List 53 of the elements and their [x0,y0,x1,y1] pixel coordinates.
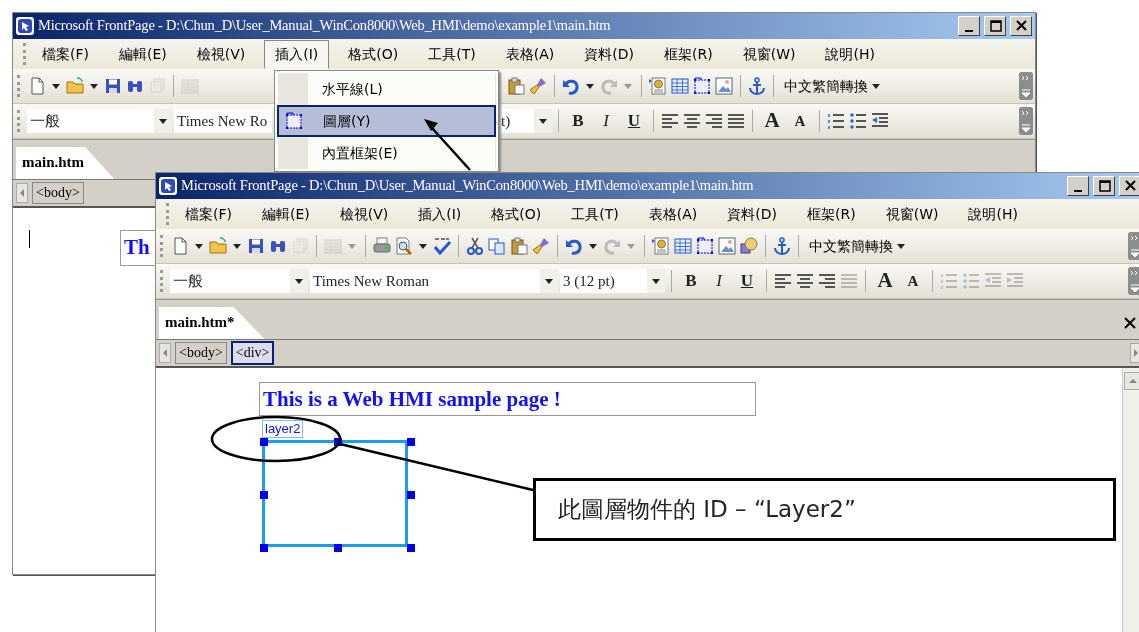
language-convert-button[interactable]: 中文繁簡轉換 [805,235,909,257]
grow-font-button[interactable]: A [759,105,785,137]
menu-item[interactable]: 框架(R) [653,39,724,69]
menu-item[interactable]: 編輯(E) [251,199,321,229]
font-dropdown[interactable]: Times New Ro [174,109,272,133]
underline-button[interactable]: U [621,108,647,134]
tag-selector[interactable]: <body> [32,182,84,204]
heading-text: This is a Web HMI sample page ! [259,382,756,416]
menu-item[interactable]: 框架(R) [796,199,867,229]
menu-item[interactable]: 圖層(Y) [277,105,496,137]
window-title: Microsoft FrontPage - D:\Chun_D\User_Manual_WinCon8000\Web_HMI\demo\example1\main.htm [38,16,612,36]
menu-item[interactable]: 資料(D) [716,199,788,229]
window-title: Microsoft FrontPage - D:\Chun_D\User_Manual_WinCon8000\Web_HMI\demo\example1\main.htm [181,176,755,196]
menu-item[interactable]: 檢視(V) [328,199,400,229]
menu-item[interactable]: 格式(O) [480,199,553,229]
tag-selector[interactable]: <div> [230,341,275,365]
menu-item[interactable]: 內置框架(E) [277,137,496,169]
menu-item[interactable]: 檔案(F) [31,39,100,69]
menu-item[interactable]: 工具(T) [417,39,487,69]
italic-button[interactable]: I [593,108,619,134]
menu-item[interactable]: 資料(D) [573,39,645,69]
menu-item[interactable]: 格式(O) [337,39,410,69]
shrink-font-button[interactable]: A [900,269,926,293]
italic-button[interactable]: I [706,268,732,294]
menu-item[interactable]: 說明(H) [957,199,1029,229]
callout-text: 此圖層物件的 ID – “Layer2” [533,478,1116,541]
menu-item[interactable]: 檢視(V) [185,39,257,69]
font-size-dropdown[interactable]: t) [498,109,552,133]
underline-button[interactable]: U [734,268,760,294]
menu-item[interactable]: 表格(A) [637,199,709,229]
document-tab[interactable]: main.htm* [159,306,265,339]
bold-button[interactable]: B [678,268,704,294]
menu-item[interactable]: 編輯(E) [108,39,178,69]
menu-item[interactable]: 水平線(L) [277,73,496,105]
shrink-font-button[interactable]: A [787,109,813,133]
layer-id-label: layer2 [262,420,304,438]
bold-button[interactable]: B [565,108,591,134]
tag-selector[interactable]: <body> [175,342,227,364]
menu-item[interactable]: 工具(T) [560,199,630,229]
style-dropdown[interactable]: 一般 [170,269,308,293]
document-tab[interactable]: main.htm [16,146,115,179]
menu-item[interactable]: 插入(I) [407,199,473,229]
font-size-dropdown[interactable]: 3 (12 pt) [560,269,665,293]
font-dropdown[interactable]: Times New Roman [310,269,558,293]
menu-item[interactable]: 插入(I) [264,39,330,69]
language-convert-button[interactable]: 中文繁簡轉換 [780,75,884,97]
menu-item[interactable]: 說明(H) [814,39,886,69]
menu-item[interactable]: 視窗(W) [731,39,807,69]
menu-item[interactable]: 表格(A) [494,39,566,69]
menu-item[interactable]: 檔案(F) [174,199,243,229]
grow-font-button[interactable]: A [872,265,898,297]
menu-item[interactable]: 視窗(W) [874,199,950,229]
style-dropdown[interactable]: 一般 [27,109,172,133]
